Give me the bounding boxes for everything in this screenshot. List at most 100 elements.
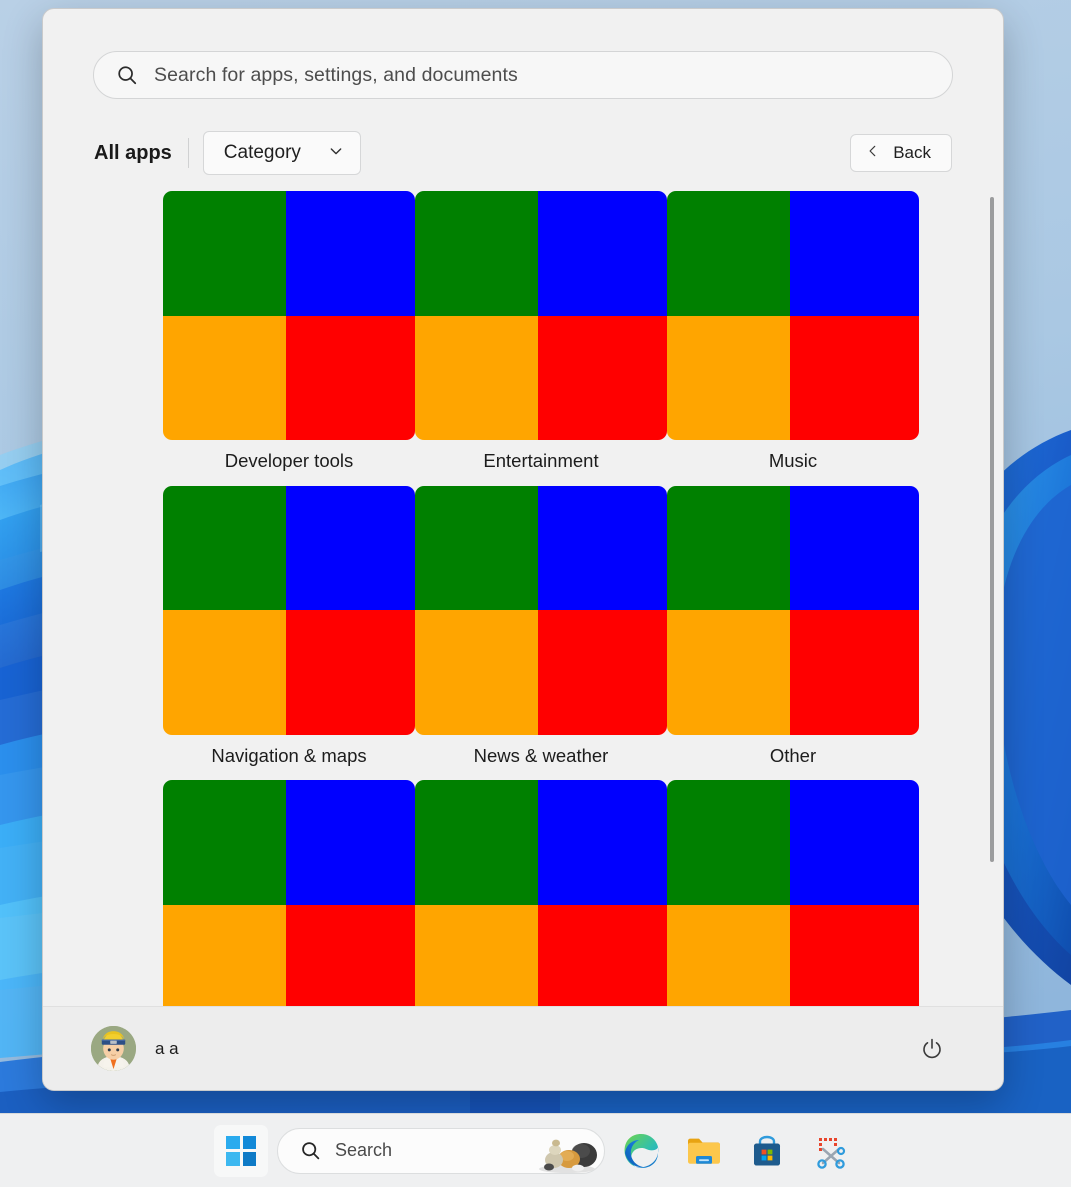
avatar	[91, 1026, 136, 1071]
tile-quadrant-top-left	[163, 780, 286, 905]
tile-quadrant-bottom-left	[667, 610, 790, 735]
tile-quadrant-bottom-left	[415, 905, 538, 1007]
taskbar-app-microsoft-edge[interactable]	[614, 1125, 668, 1177]
app-category-cell: Navigation & maps	[163, 486, 415, 781]
app-category-tile[interactable]	[163, 191, 415, 440]
user-account-button[interactable]: a a	[91, 1026, 179, 1071]
app-category-tile[interactable]	[667, 486, 919, 735]
app-category-cell: Music	[667, 191, 919, 486]
microsoft-store-icon	[747, 1131, 787, 1171]
tile-quadrant-bottom-left	[163, 316, 286, 441]
back-button-label: Back	[893, 143, 931, 163]
apps-grid: Developer toolsEntertainmentMusic Navigat…	[43, 191, 1003, 1006]
tile-quadrant-top-right	[790, 191, 919, 316]
app-category-tile[interactable]	[415, 486, 667, 735]
tile-quadrant-bottom-right	[538, 316, 667, 441]
tile-quadrant-top-right	[286, 486, 415, 611]
app-category-tile[interactable]	[163, 486, 415, 735]
tile-quadrant-bottom-right	[286, 610, 415, 735]
app-category-label: Other	[667, 735, 919, 781]
back-button[interactable]: Back	[850, 134, 952, 172]
tile-quadrant-top-left	[667, 191, 790, 316]
tile-quadrant-bottom-left	[667, 316, 790, 441]
windows-logo-icon	[226, 1136, 256, 1166]
tile-quadrant-bottom-right	[790, 905, 919, 1007]
apps-header: All apps Category Back	[43, 99, 1003, 175]
app-category-tile[interactable]	[415, 191, 667, 440]
power-button[interactable]	[911, 1028, 953, 1070]
start-search-container: Search for apps, settings, and documents	[43, 9, 1003, 99]
search-input[interactable]: Search for apps, settings, and documents	[93, 51, 953, 99]
header-divider	[188, 138, 189, 168]
app-category-label: News & weather	[415, 735, 667, 781]
tile-quadrant-top-left	[163, 191, 286, 316]
apps-grid-scrollbar[interactable]	[990, 197, 994, 883]
tile-quadrant-bottom-right	[538, 905, 667, 1007]
app-category-label: Entertainment	[415, 440, 667, 486]
tile-quadrant-bottom-right	[538, 610, 667, 735]
tile-quadrant-top-left	[415, 191, 538, 316]
tile-quadrant-top-right	[538, 191, 667, 316]
search-icon	[300, 1140, 321, 1161]
tile-quadrant-bottom-left	[415, 610, 538, 735]
tile-quadrant-top-left	[163, 486, 286, 611]
tile-quadrant-bottom-right	[286, 905, 415, 1007]
category-dropdown-value: Category	[224, 142, 301, 164]
app-category-cell: Developer tools	[163, 191, 415, 486]
app-category-cell: Entertainment	[415, 191, 667, 486]
tile-quadrant-bottom-left	[415, 316, 538, 441]
app-category-tile[interactable]	[415, 780, 667, 1006]
tile-quadrant-top-right	[790, 486, 919, 611]
app-category-cell	[163, 780, 415, 1006]
start-menu-panel: Search for apps, settings, and documents…	[42, 8, 1004, 1091]
avatar-image	[91, 1026, 136, 1071]
power-icon	[920, 1037, 944, 1061]
apps-grid-viewport: Developer toolsEntertainmentMusic Navigat…	[43, 175, 1003, 1006]
taskbar-items: Search	[214, 1125, 857, 1177]
taskbar-search-placeholder: Search	[335, 1140, 536, 1161]
app-category-tile[interactable]	[163, 780, 415, 1006]
app-category-cell	[415, 780, 667, 1006]
tile-quadrant-top-left	[415, 486, 538, 611]
app-category-tile[interactable]	[667, 780, 919, 1006]
tile-quadrant-top-left	[667, 486, 790, 611]
app-category-label: Navigation & maps	[163, 735, 415, 781]
tile-quadrant-bottom-left	[163, 610, 286, 735]
start-menu-footer: a a	[43, 1006, 1003, 1090]
app-category-tile[interactable]	[667, 191, 919, 440]
tile-quadrant-top-left	[415, 780, 538, 905]
start-button[interactable]	[214, 1125, 268, 1177]
app-category-cell: News & weather	[415, 486, 667, 781]
tile-quadrant-bottom-right	[790, 610, 919, 735]
app-category-label: Music	[667, 440, 919, 486]
app-category-cell	[667, 780, 919, 1006]
page-title: All apps	[94, 142, 172, 165]
app-category-label: Developer tools	[163, 440, 415, 486]
tile-quadrant-bottom-right	[286, 316, 415, 441]
zen-stones-thumbnail	[536, 1129, 598, 1173]
tile-quadrant-top-right	[538, 780, 667, 905]
tile-quadrant-top-right	[538, 486, 667, 611]
search-icon	[116, 64, 138, 86]
taskbar: Search	[0, 1113, 1071, 1187]
chevron-down-icon	[328, 143, 344, 164]
tile-quadrant-bottom-left	[163, 905, 286, 1007]
tile-quadrant-top-left	[667, 780, 790, 905]
desktop: Search for apps, settings, and documents…	[0, 0, 1071, 1187]
taskbar-app-microsoft-store[interactable]	[740, 1125, 794, 1177]
tile-quadrant-bottom-left	[667, 905, 790, 1007]
user-name-label: a a	[155, 1039, 179, 1059]
app-category-cell: Other	[667, 486, 919, 781]
category-dropdown[interactable]: Category	[203, 131, 361, 175]
snipping-tool-icon	[810, 1131, 850, 1171]
scrollbar-thumb[interactable]	[990, 197, 994, 862]
tile-quadrant-top-right	[286, 780, 415, 905]
search-placeholder-text: Search for apps, settings, and documents	[154, 64, 518, 87]
tile-quadrant-bottom-right	[790, 316, 919, 441]
chevron-left-icon	[866, 143, 880, 163]
taskbar-app-file-explorer[interactable]	[677, 1125, 731, 1177]
tile-quadrant-top-right	[286, 191, 415, 316]
taskbar-search-input[interactable]: Search	[277, 1128, 605, 1174]
tile-quadrant-top-right	[790, 780, 919, 905]
taskbar-app-snipping-tool[interactable]	[803, 1125, 857, 1177]
